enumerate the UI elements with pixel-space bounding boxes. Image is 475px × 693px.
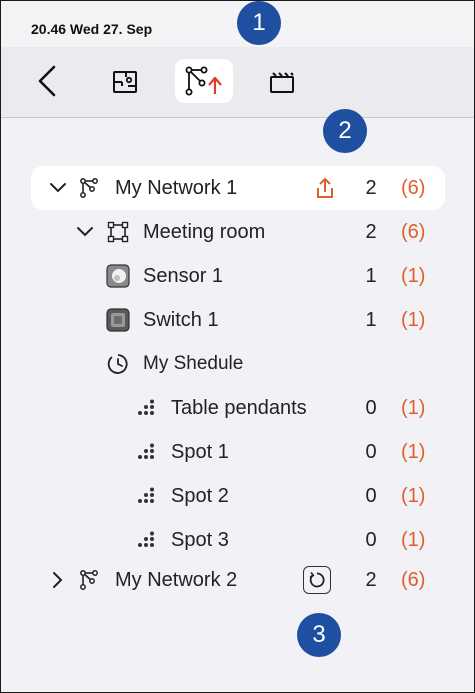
total-count: (1) xyxy=(401,308,426,331)
sensor-thumbnail-icon xyxy=(106,264,130,288)
total-count: (6) xyxy=(401,220,426,243)
floor-plan-icon xyxy=(113,71,137,93)
switch-thumbnail-icon xyxy=(106,308,130,332)
active-count: 0 xyxy=(365,396,377,419)
tree-row-switch-1[interactable]: Switch 1 1 (1) xyxy=(1,298,474,342)
active-count: 2 xyxy=(365,220,377,243)
floor-plan-tab[interactable] xyxy=(105,64,145,100)
tree-row-label: Spot 1 xyxy=(171,440,229,463)
tree-row-label: Switch 1 xyxy=(143,308,219,331)
callout-marker-1: 1 xyxy=(237,1,281,45)
active-count: 2 xyxy=(365,176,377,199)
tree-row-spot-3[interactable]: Spot 3 0 (1) xyxy=(1,518,474,562)
active-count: 2 xyxy=(365,568,377,591)
tree-row-label: Table pendants xyxy=(171,396,307,419)
tree-row-label: My Shedule xyxy=(143,353,244,374)
tree-row-label: My Network 2 xyxy=(115,568,238,591)
tree-row-label: My Network 1 xyxy=(115,176,238,199)
total-count: (1) xyxy=(401,484,426,507)
status-time-date: 20.46 Wed 27. Sep xyxy=(31,21,153,37)
app-window: 20.46 Wed 27. Sep My Network 1 2 (6) Mee… xyxy=(0,0,475,693)
tree-row-my-shedule[interactable]: My Shedule xyxy=(1,342,474,386)
tree-row-meeting-room[interactable]: Meeting room 2 (6) xyxy=(1,210,474,254)
active-count: 0 xyxy=(365,484,377,507)
active-count: 0 xyxy=(365,440,377,463)
network-icon xyxy=(79,177,101,199)
tree-row-label: Spot 2 xyxy=(171,484,229,507)
total-count: (1) xyxy=(401,396,426,419)
back-chevron-icon xyxy=(38,65,56,97)
tree-row-spot-2[interactable]: Spot 2 0 (1) xyxy=(1,474,474,518)
luminaire-group-icon xyxy=(137,399,159,417)
total-count: (1) xyxy=(401,440,426,463)
total-count: (1) xyxy=(401,264,426,287)
active-count: 0 xyxy=(365,528,377,551)
network-icon xyxy=(79,569,101,591)
luminaire-group-icon xyxy=(137,487,159,505)
network-upload-icon xyxy=(185,66,222,96)
tree-row-table-pendants[interactable]: Table pendants 0 (1) xyxy=(1,386,474,430)
upload-icon[interactable] xyxy=(313,176,337,200)
callout-marker-3: 3 xyxy=(297,613,341,657)
reset-button[interactable] xyxy=(303,566,331,594)
total-count: (6) xyxy=(401,568,426,591)
schedule-clock-icon xyxy=(106,352,130,376)
chevron-down-icon[interactable] xyxy=(49,179,67,197)
tree-row-label: Meeting room xyxy=(143,220,266,243)
active-count: 1 xyxy=(365,308,377,331)
scene-icon xyxy=(270,72,294,93)
tree-row-sensor-1[interactable]: Sensor 1 1 (1) xyxy=(1,254,474,298)
toolbar xyxy=(1,47,474,118)
tree-row-label: Sensor 1 xyxy=(143,264,224,287)
luminaire-group-icon xyxy=(137,531,159,549)
total-count: (1) xyxy=(401,528,426,551)
chevron-right-icon[interactable] xyxy=(49,571,67,589)
network-upload-tab[interactable] xyxy=(175,59,233,103)
tree-row-my-network-2[interactable]: My Network 2 2 (6) xyxy=(1,558,474,602)
reset-icon xyxy=(309,571,325,588)
total-count: (6) xyxy=(401,176,426,199)
tree-row-spot-1[interactable]: Spot 1 0 (1) xyxy=(1,430,474,474)
chevron-down-icon[interactable] xyxy=(76,223,94,241)
tree-row-my-network-1[interactable]: My Network 1 2 (6) xyxy=(31,166,445,210)
room-icon xyxy=(107,221,129,243)
luminaire-group-icon xyxy=(137,443,159,461)
tree-row-label: Spot 3 xyxy=(171,528,229,551)
active-count: 1 xyxy=(365,264,377,287)
callout-marker-2: 2 xyxy=(323,109,367,153)
scene-tab[interactable] xyxy=(263,64,301,100)
back-button[interactable] xyxy=(31,60,63,102)
